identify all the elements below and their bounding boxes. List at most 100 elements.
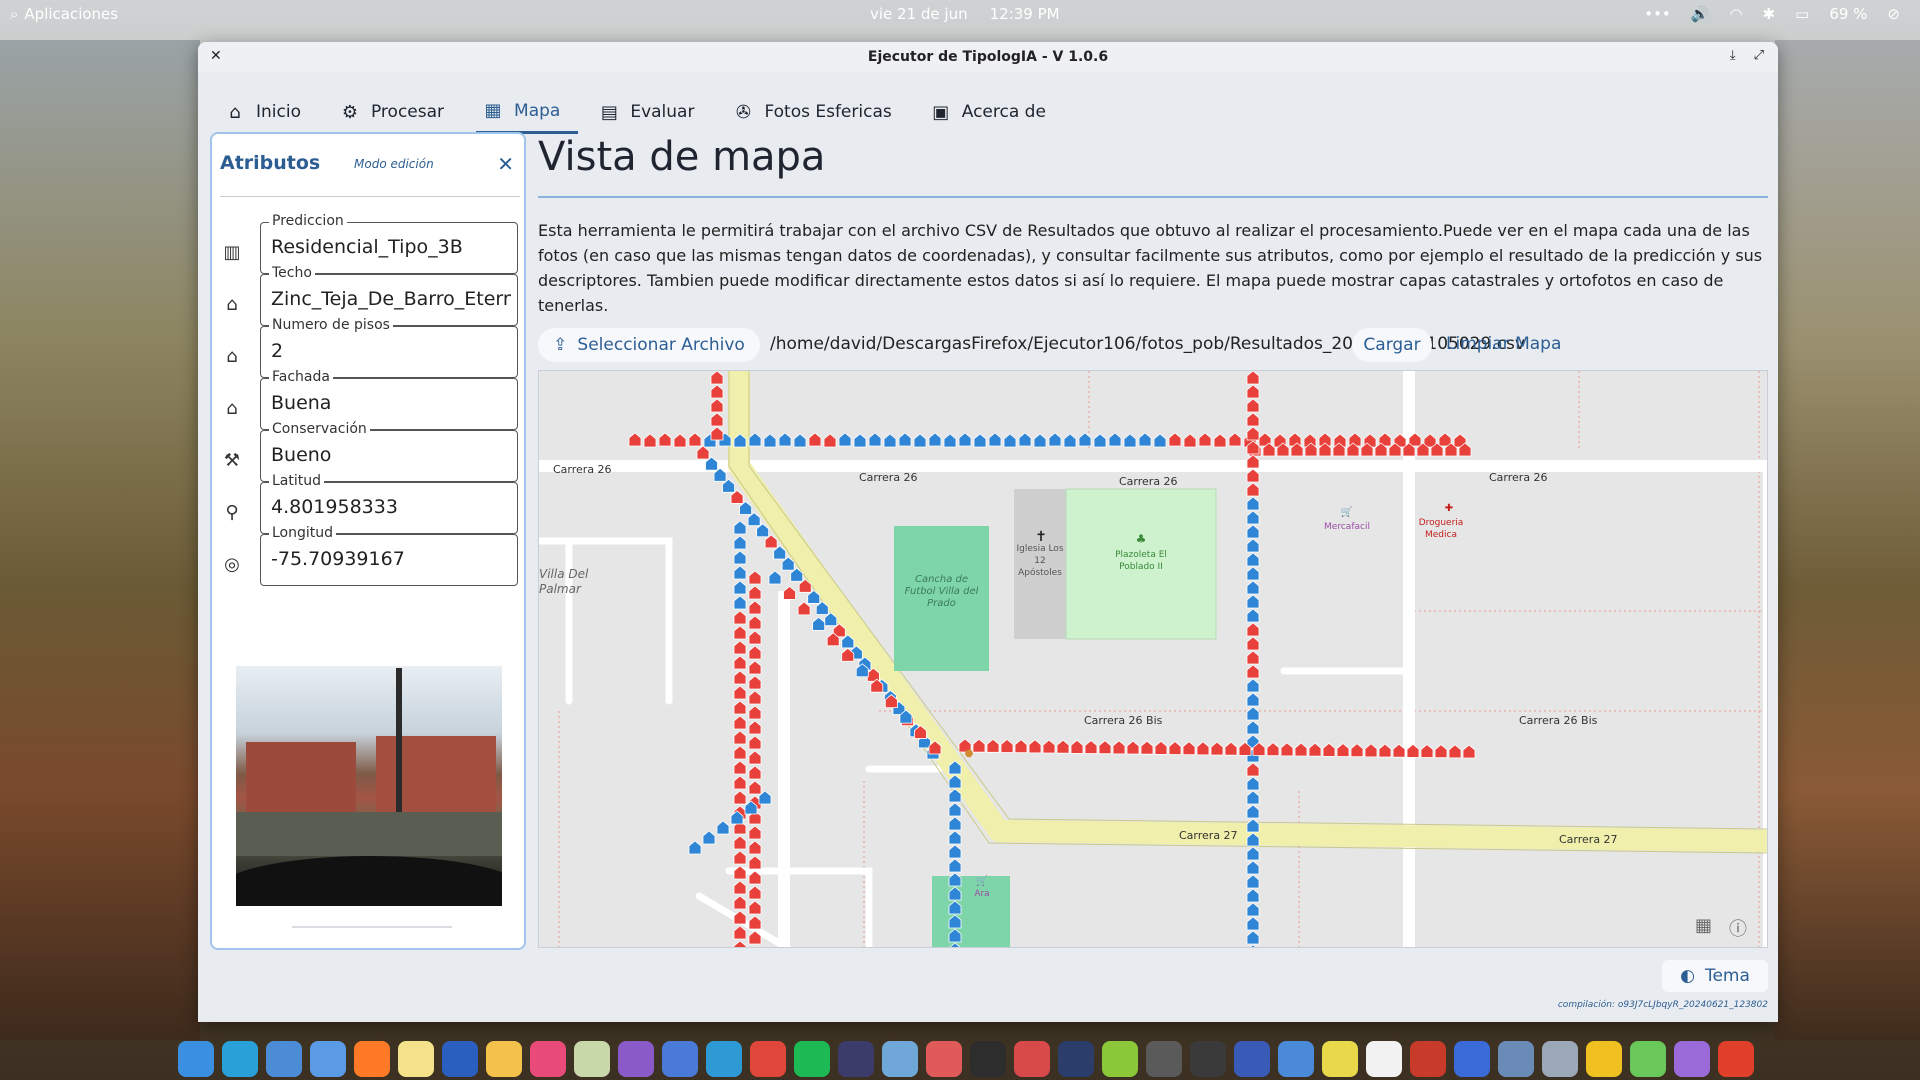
sync-app-icon[interactable]: [706, 1041, 742, 1077]
photo-marker[interactable]: [710, 371, 724, 385]
photo-marker[interactable]: [748, 765, 762, 780]
photo-marker[interactable]: [1000, 738, 1014, 753]
photo-marker[interactable]: [1246, 482, 1260, 497]
search-app-icon-2[interactable]: [310, 1041, 346, 1077]
photo-marker[interactable]: [1378, 743, 1392, 758]
photo-marker[interactable]: [748, 750, 762, 765]
photo-marker[interactable]: [628, 432, 642, 447]
photo-marker[interactable]: [748, 885, 762, 900]
terminal-app-icon[interactable]: [970, 1041, 1006, 1077]
photo-marker[interactable]: [748, 615, 762, 630]
photo-marker[interactable]: [710, 398, 724, 413]
photo-marker[interactable]: [1336, 743, 1350, 757]
photo-marker[interactable]: [1246, 496, 1260, 511]
photo-marker[interactable]: [1108, 432, 1122, 447]
settings-app-icon[interactable]: [662, 1041, 698, 1077]
photo-marker[interactable]: [1056, 739, 1070, 754]
photo-marker[interactable]: [868, 432, 882, 447]
photo-marker[interactable]: [1246, 692, 1260, 707]
photo-marker[interactable]: [748, 825, 762, 840]
photo-marker[interactable]: [748, 690, 762, 705]
photo-marker[interactable]: [1462, 744, 1476, 759]
photo-marker[interactable]: [1246, 804, 1260, 819]
photo-marker[interactable]: [943, 433, 957, 448]
photo-marker[interactable]: [658, 432, 672, 447]
photo-marker[interactable]: [748, 915, 762, 930]
photo-marker[interactable]: [748, 840, 762, 855]
map-info-icon[interactable]: ⓘ: [1729, 915, 1747, 941]
firefox-app-icon[interactable]: [354, 1041, 390, 1077]
photo-marker[interactable]: [748, 432, 762, 447]
photo-marker[interactable]: [1246, 412, 1260, 427]
photo-marker[interactable]: [1294, 742, 1308, 757]
photo-marker[interactable]: [948, 844, 962, 859]
photo-marker[interactable]: [748, 675, 762, 690]
photo-marker[interactable]: [948, 802, 962, 817]
photo-marker[interactable]: [1028, 739, 1042, 754]
photo-marker[interactable]: [1308, 742, 1322, 757]
photo-marker[interactable]: [1247, 944, 1259, 948]
photo-marker[interactable]: [988, 432, 1002, 447]
notes-app-icon[interactable]: [398, 1041, 434, 1077]
photo-marker[interactable]: [733, 520, 747, 535]
wps-app-icon[interactable]: [1718, 1041, 1754, 1077]
photo-marker[interactable]: [733, 925, 747, 940]
photo-marker[interactable]: [1246, 426, 1260, 441]
photo-marker[interactable]: [1246, 706, 1260, 721]
photo-marker[interactable]: [733, 760, 747, 775]
photo-marker[interactable]: [1288, 432, 1302, 447]
photo-marker[interactable]: [1246, 874, 1260, 889]
photo-marker[interactable]: [733, 550, 747, 565]
photo-marker[interactable]: [1138, 432, 1152, 447]
photo-marker[interactable]: [1246, 398, 1260, 413]
load-button[interactable]: Cargar: [1352, 328, 1432, 362]
photo-marker[interactable]: [1246, 664, 1260, 679]
photo-marker[interactable]: [748, 900, 762, 915]
monitor-app-icon[interactable]: [1058, 1041, 1094, 1077]
photo-marker[interactable]: [733, 745, 747, 760]
photo-marker[interactable]: [948, 872, 962, 887]
photo-marker[interactable]: [733, 790, 747, 805]
map-layers-icon[interactable]: ▦: [1695, 915, 1712, 936]
photo-marker[interactable]: [1183, 433, 1197, 448]
photo-marker[interactable]: [1246, 720, 1260, 735]
calendar-app-icon[interactable]: [574, 1041, 610, 1077]
photo-marker[interactable]: [1246, 916, 1260, 931]
photo-marker[interactable]: [1168, 740, 1182, 755]
photo-marker[interactable]: [748, 720, 762, 735]
photo-marker[interactable]: [1246, 846, 1260, 861]
photo-marker[interactable]: [797, 601, 811, 616]
photo-marker[interactable]: [1246, 776, 1260, 791]
photo-marker[interactable]: [733, 880, 747, 895]
mail-app-icon[interactable]: [486, 1041, 522, 1077]
tab-procesar[interactable]: ⚙ Procesar: [333, 90, 462, 134]
photo-marker[interactable]: [748, 660, 762, 675]
photo-marker[interactable]: [1322, 742, 1336, 757]
photo-marker[interactable]: [1198, 432, 1212, 447]
photo-marker[interactable]: [733, 610, 747, 625]
store-app-icon[interactable]: [882, 1041, 918, 1077]
select-file-button[interactable]: ⇪ Seleccionar Archivo: [538, 328, 760, 362]
chart-app-icon[interactable]: [1630, 1041, 1666, 1077]
photo-marker[interactable]: [1213, 433, 1227, 448]
photo-marker[interactable]: [1246, 384, 1260, 399]
photo-marker[interactable]: [1246, 510, 1260, 525]
photo-marker[interactable]: [1246, 902, 1260, 917]
photo-marker[interactable]: [1280, 742, 1294, 757]
photo-marker[interactable]: [710, 412, 724, 427]
photo-marker[interactable]: [733, 700, 747, 715]
photo-marker[interactable]: [733, 595, 747, 610]
photo-marker[interactable]: [1070, 739, 1084, 754]
photo-marker[interactable]: [748, 570, 762, 585]
photo-marker[interactable]: [898, 432, 912, 447]
inkscape-app-icon[interactable]: [1190, 1041, 1226, 1077]
photo-marker[interactable]: [696, 445, 710, 460]
photo-marker[interactable]: [733, 940, 747, 948]
photo-marker[interactable]: [1246, 524, 1260, 539]
files-app-icon[interactable]: [178, 1041, 214, 1077]
building-photo[interactable]: [236, 666, 502, 906]
photo-marker[interactable]: [1246, 888, 1260, 903]
photo-marker[interactable]: [778, 432, 792, 447]
gimp-app-icon[interactable]: [1146, 1041, 1182, 1077]
screenshot-app-icon[interactable]: [1542, 1041, 1578, 1077]
